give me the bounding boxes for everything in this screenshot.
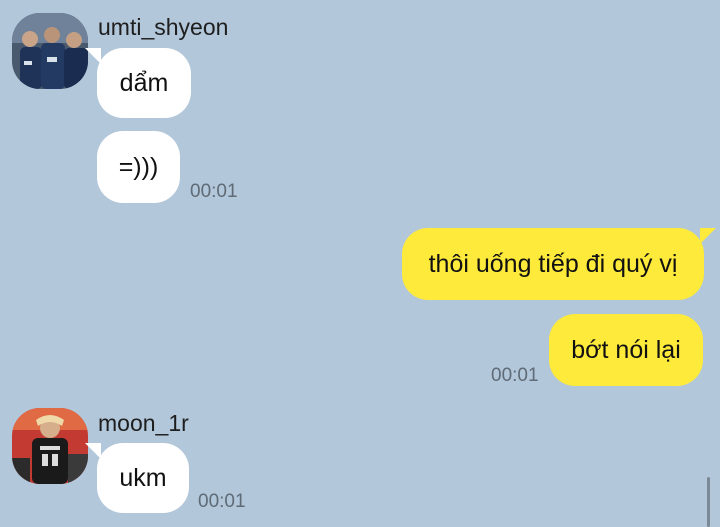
message-bubble[interactable]: thôi uống tiếp đi quý vị [402,228,716,300]
message-timestamp: 00:01 [491,365,539,386]
message-bubble[interactable]: ukm [85,443,189,513]
message-text: thôi uống tiếp đi quý vị [428,249,678,278]
bubble-tail [700,228,716,244]
message-text: dẩm [119,68,169,97]
message-text: ukm [119,463,167,492]
team-photo-avatar-icon[interactable] [12,13,88,89]
message-text: bớt nói lại [571,335,681,364]
sender-name: umti_shyeon [98,14,229,40]
bubble-tail [85,443,101,459]
scrollbar[interactable] [707,477,710,527]
sender-name: moon_1r [98,410,189,436]
message-timestamp: 00:01 [190,181,238,202]
message-timestamp: 00:01 [198,491,246,512]
bubble-tail [85,48,101,64]
message-bubble[interactable]: =))) [97,131,180,203]
message-bubble[interactable]: dẩm [85,48,191,118]
player-jersey-avatar-icon[interactable] [12,408,88,484]
message-text: =))) [118,152,159,181]
message-bubble[interactable]: bớt nói lại [549,314,703,386]
